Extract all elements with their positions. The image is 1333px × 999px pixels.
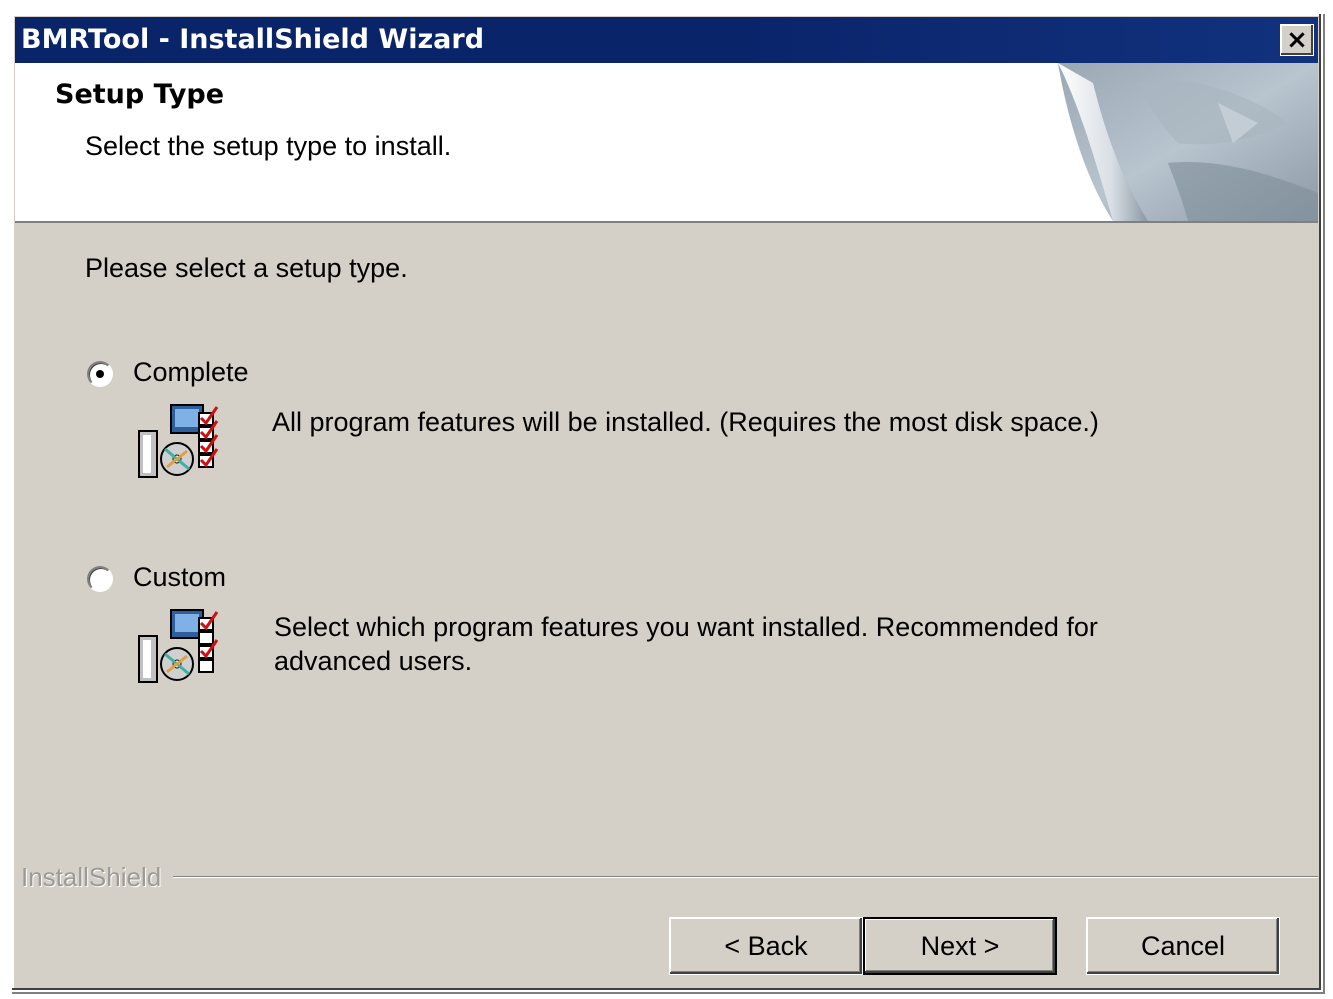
page-subtitle: Select the setup type to install. xyxy=(85,131,452,161)
back-button[interactable]: < Back xyxy=(669,917,863,975)
installshield-wizard-window: BMRTool - InstallShield Wizard × Setup T… xyxy=(10,12,1323,992)
next-button[interactable]: Next > xyxy=(863,917,1057,975)
complete-description: All program features will be installed. … xyxy=(272,407,1099,437)
wizard-header: Setup Type Select the setup type to inst… xyxy=(15,63,1318,223)
cancel-button[interactable]: Cancel xyxy=(1086,917,1280,975)
title-bar[interactable]: BMRTool - InstallShield Wizard × xyxy=(15,17,1318,63)
installshield-brand-label: InstallShield xyxy=(21,862,174,893)
setup-complete-icon xyxy=(138,404,219,478)
radio-selected-dot xyxy=(96,370,104,378)
custom-description: Select which program features you want i… xyxy=(274,612,1098,676)
close-button[interactable]: × xyxy=(1280,24,1314,56)
divider xyxy=(21,876,1318,878)
page-curl-graphic-icon xyxy=(1058,63,1318,221)
custom-radio[interactable] xyxy=(87,566,113,592)
custom-label[interactable]: Custom xyxy=(133,562,226,593)
setup-custom-icon xyxy=(138,609,219,683)
wizard-body: Please select a setup type. Complete All… xyxy=(15,225,1318,987)
close-icon: × xyxy=(1286,25,1308,55)
setup-prompt: Please select a setup type. xyxy=(85,253,408,283)
complete-label[interactable]: Complete xyxy=(133,357,249,388)
window-title: BMRTool - InstallShield Wizard xyxy=(21,24,485,55)
installshield-branding: InstallShield xyxy=(15,862,1318,893)
page-title: Setup Type xyxy=(55,79,225,110)
complete-radio[interactable] xyxy=(87,361,113,387)
